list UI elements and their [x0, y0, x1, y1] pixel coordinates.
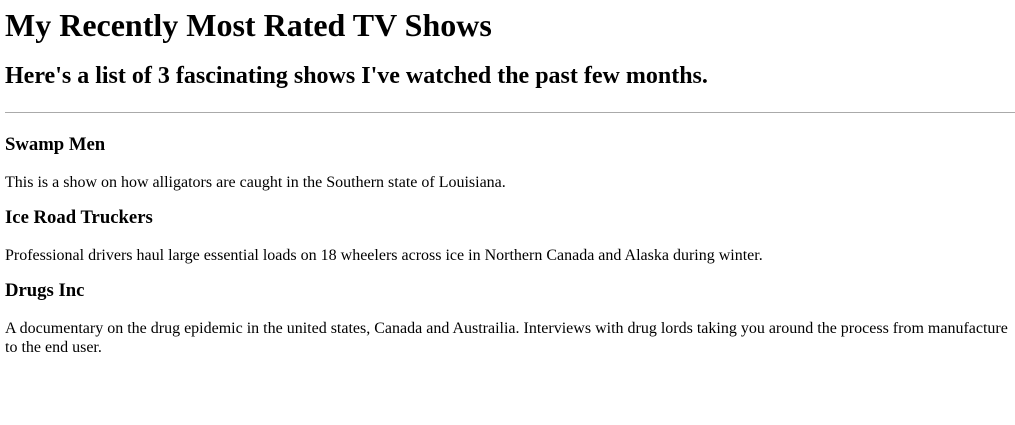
show-description-drugs-inc: A documentary on the drug epidemic in th…	[5, 320, 1008, 356]
show-description-swamp-men: This is a show on how alligators are cau…	[5, 174, 506, 191]
page: My Recently Most Rated TV Shows Here's a…	[0, 0, 1015, 357]
show-description-ice-road-truckers: Professional drivers haul large essentia…	[5, 247, 763, 264]
page-subtitle: Here's a list of 3 fascinating shows I'v…	[5, 63, 708, 89]
show-title-swamp-men: Swamp Men	[5, 134, 106, 155]
show-title-drugs-inc: Drugs Inc	[5, 280, 85, 301]
divider	[5, 112, 1015, 113]
page-title: My Recently Most Rated TV Shows	[5, 7, 492, 43]
show-title-ice-road-truckers: Ice Road Truckers	[5, 207, 153, 228]
show-list: Swamp Men This is a show on how alligato…	[5, 134, 1015, 357]
